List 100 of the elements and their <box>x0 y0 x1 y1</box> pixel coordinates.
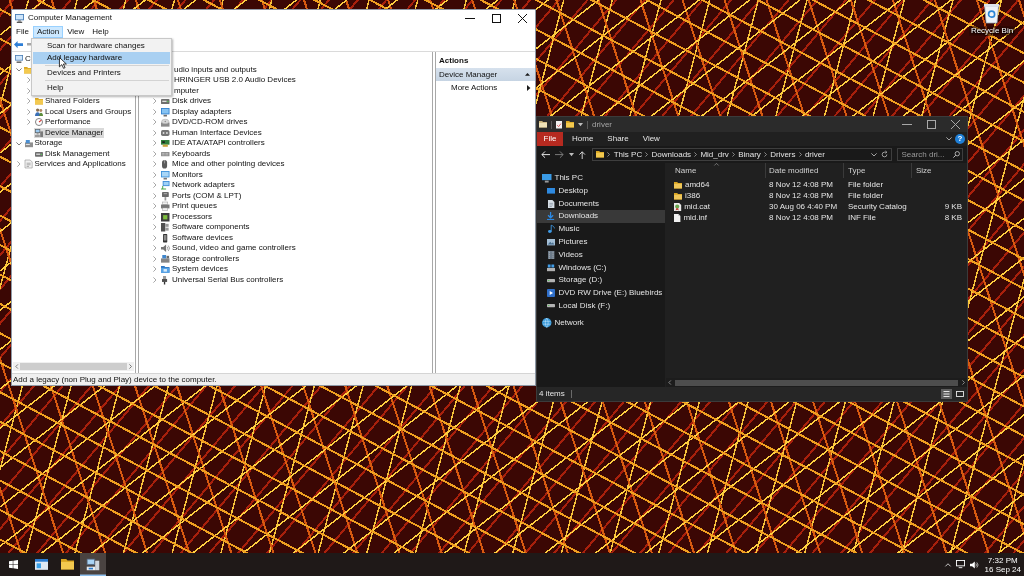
tree-item[interactable]: HRINGER USB 2.0 Audio Devices <box>173 75 297 86</box>
tree-item[interactable]: Print queues <box>159 201 218 212</box>
chevron-right-icon[interactable] <box>153 119 157 126</box>
minimize-icon[interactable] <box>465 17 475 19</box>
chevron-right-icon[interactable] <box>16 161 21 168</box>
tree-item[interactable]: Universal Serial Bus controllers <box>159 274 285 285</box>
file-name[interactable]: i386 <box>685 192 701 200</box>
file-name[interactable]: amd64 <box>685 181 710 189</box>
tree-item[interactable]: mputer <box>173 85 200 96</box>
caret-down-icon[interactable] <box>578 122 583 127</box>
address-segment[interactable]: Downloads <box>651 150 692 159</box>
clock-time[interactable]: 7:32 PM <box>987 555 1018 565</box>
tree-item[interactable]: Keyboards <box>159 148 212 159</box>
chevron-right-icon[interactable] <box>153 171 157 178</box>
nav-item[interactable]: This PC <box>537 171 665 185</box>
tree-item[interactable]: IDE ATA/ATAPI controllers <box>159 138 266 149</box>
chevron-right-icon[interactable] <box>153 224 157 231</box>
column-header[interactable]: Date modified <box>766 163 844 178</box>
tree-item[interactable]: C <box>14 54 32 65</box>
nav-item[interactable]: Network <box>537 316 665 330</box>
tree-item[interactable]: Display adapters <box>159 106 233 117</box>
column-header[interactable]: Type <box>844 163 912 178</box>
windows-logo-icon[interactable] <box>8 560 18 569</box>
column-header[interactable]: Name <box>666 163 766 178</box>
ribbon-tab[interactable]: Home <box>565 132 601 146</box>
chevron-right-icon[interactable] <box>153 129 157 136</box>
tree-item[interactable]: DVD/CD-ROM drives <box>159 117 249 128</box>
chevron-right-icon[interactable] <box>27 119 32 126</box>
tree-item[interactable]: Disk Management <box>34 148 111 159</box>
chevron-right-icon[interactable] <box>153 234 157 241</box>
menu-item[interactable]: File <box>12 26 33 38</box>
tree-item[interactable]: Processors <box>159 211 213 222</box>
speaker-icon[interactable] <box>969 560 978 569</box>
tree-item[interactable]: udio inputs and outputs <box>173 64 258 75</box>
nav-item[interactable]: Desktop <box>537 184 665 198</box>
chevron-right-icon[interactable] <box>153 276 157 283</box>
file-name[interactable]: mid.cat <box>684 203 710 211</box>
nav-item[interactable]: Local Disk (F:) <box>537 299 665 313</box>
column-header[interactable]: Size <box>912 163 967 178</box>
address-field[interactable]: This PC Downloads Mid_drv Binary Drivers driver <box>592 148 893 161</box>
document-check-icon[interactable] <box>556 120 562 129</box>
chevron-right-icon[interactable] <box>27 98 32 105</box>
nav-item[interactable]: Documents <box>537 197 665 210</box>
tree-item[interactable]: Storage controllers <box>159 253 241 264</box>
ribbon-tab[interactable]: View <box>635 132 667 146</box>
chevron-right-icon[interactable] <box>153 150 157 157</box>
close-icon[interactable] <box>517 13 527 23</box>
window-icon[interactable] <box>34 559 48 570</box>
menu-item[interactable]: Scan for hardware changes <box>33 40 170 52</box>
action-link[interactable]: More Actions <box>436 81 535 94</box>
chevron-right-icon[interactable] <box>153 192 157 199</box>
chevron-right-icon[interactable] <box>153 182 157 189</box>
chevron-right-icon[interactable] <box>27 87 32 94</box>
nav-item[interactable]: DVD RW Drive (E:) Bluebirds <box>537 286 665 300</box>
tree-item[interactable]: Sound, video and game controllers <box>159 243 297 254</box>
chevron-right-icon[interactable] <box>153 203 157 210</box>
nav-item[interactable]: Music <box>537 222 665 236</box>
menu-item[interactable]: Action <box>32 26 64 38</box>
file-tab[interactable]: File <box>537 132 563 146</box>
tree-item[interactable]: Network adapters <box>159 180 236 191</box>
scroll-right-icon[interactable] <box>961 380 965 385</box>
tree-item[interactable]: System devices <box>159 264 230 275</box>
menu-item[interactable]: Add legacy hardware <box>33 52 170 64</box>
ribbon-tab[interactable]: Share <box>600 132 636 146</box>
tree-item[interactable]: Human Interface Devices <box>159 127 263 138</box>
address-segment[interactable]: Mid_drv <box>700 150 729 159</box>
chevron-right-icon[interactable] <box>153 161 157 168</box>
scroll-left-icon[interactable] <box>668 380 672 385</box>
nav-item[interactable]: Downloads <box>537 210 665 223</box>
maximize-icon[interactable] <box>491 13 501 23</box>
menu-item[interactable]: Devices and Printers <box>33 67 170 79</box>
caret-down-icon[interactable] <box>569 152 574 157</box>
nav-item[interactable]: Pictures <box>537 235 665 249</box>
folder-icon[interactable] <box>60 559 74 570</box>
chevron-right-icon[interactable] <box>153 108 157 115</box>
scrollbar-thumb[interactable] <box>675 379 958 386</box>
triangle-up-icon[interactable] <box>525 73 530 76</box>
maximize-icon[interactable] <box>926 120 936 129</box>
chevron-right-icon[interactable] <box>153 266 157 273</box>
forward-arrow-icon[interactable] <box>555 150 564 159</box>
nav-item[interactable]: Videos <box>537 248 665 262</box>
tree-item[interactable]: Software devices <box>159 232 234 243</box>
scroll-left-icon[interactable] <box>15 364 19 369</box>
chevron-right-icon[interactable] <box>27 108 32 115</box>
chevron-down-icon[interactable] <box>15 68 22 72</box>
section-header[interactable]: Device Manager <box>436 68 535 81</box>
search-field[interactable]: Search dri... <box>897 148 964 161</box>
scrollbar-thumb[interactable] <box>20 363 127 370</box>
help-button[interactable]: ? <box>955 134 965 144</box>
nav-item[interactable]: Storage (D:) <box>537 273 665 287</box>
recycle-bin-icon[interactable] <box>984 4 1000 23</box>
chevron-right-icon[interactable] <box>153 140 157 147</box>
back-arrow-icon[interactable] <box>541 150 550 159</box>
tree-item[interactable]: Storage <box>23 138 64 149</box>
address-segment[interactable]: Binary <box>738 150 761 159</box>
close-icon[interactable] <box>950 120 960 129</box>
chevron-down-icon[interactable] <box>15 141 22 146</box>
tree-item[interactable]: Ports (COM & LPT) <box>159 190 243 201</box>
chevron-up-icon[interactable] <box>944 562 951 567</box>
large-icons-view-icon[interactable] <box>956 391 964 397</box>
